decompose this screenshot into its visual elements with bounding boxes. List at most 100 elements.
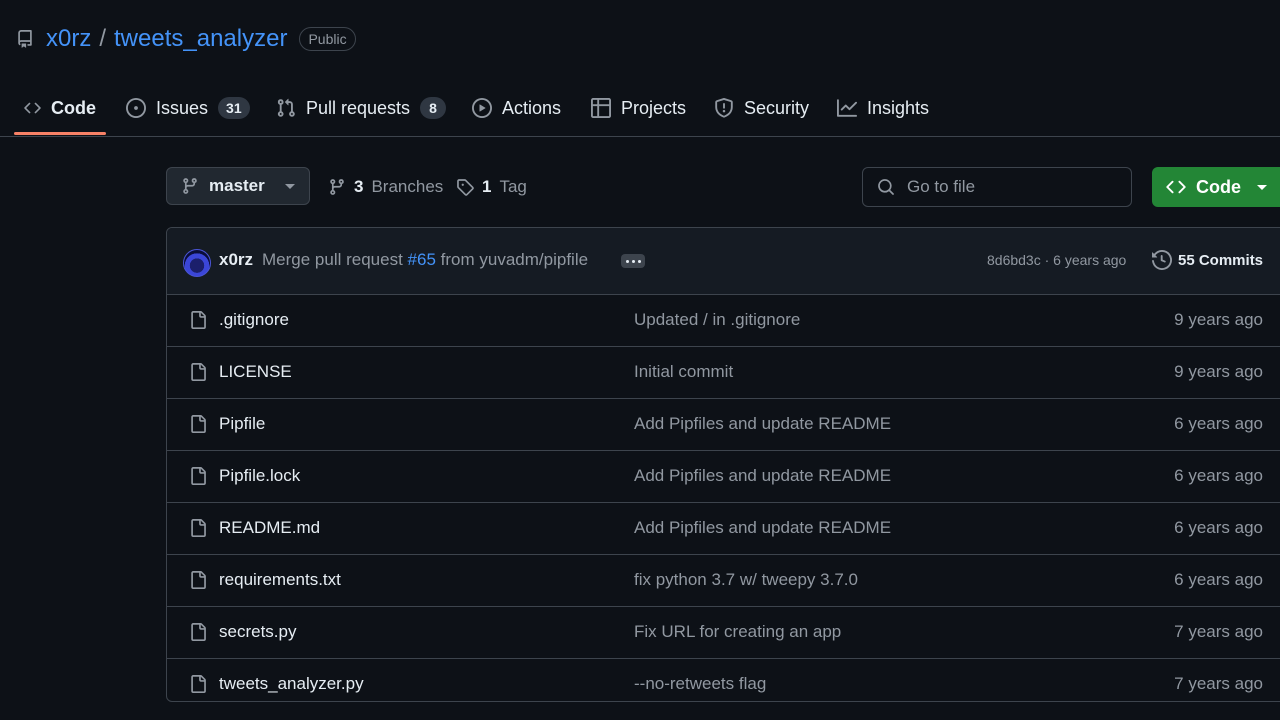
- search-icon: [878, 179, 894, 195]
- issues-count-badge: 31: [218, 97, 250, 119]
- chevron-down-icon: [285, 183, 295, 189]
- file-commit-age: 6 years ago: [1174, 466, 1263, 485]
- file-commit-age: 6 years ago: [1174, 570, 1263, 589]
- file-row[interactable]: requirements.txt fix python 3.7 w/ tweep…: [167, 555, 1280, 607]
- file-commit-age: 6 years ago: [1174, 414, 1263, 433]
- file-row[interactable]: LICENSE Initial commit 9 years ago: [167, 347, 1280, 399]
- tag-icon: [457, 179, 474, 196]
- file-commit-message[interactable]: fix python 3.7 w/ tweepy 3.7.0: [634, 570, 858, 590]
- code-button-label: Code: [1196, 176, 1241, 197]
- tab-label: Issues: [156, 97, 209, 118]
- file-row[interactable]: Pipfile.lock Add Pipfiles and update REA…: [167, 451, 1280, 503]
- commit-hash-age[interactable]: 8d6bd3c · 6 years ago: [987, 252, 1126, 268]
- tab-label: Security: [744, 97, 810, 118]
- commits-history-link[interactable]: 55 Commits: [1152, 250, 1263, 270]
- pull-requests-count-badge: 8: [420, 97, 447, 119]
- commit-message[interactable]: Merge pull request #65 from yuvadm/pipfi…: [262, 250, 588, 270]
- pull-request-icon: [277, 98, 295, 117]
- file-icon: [191, 467, 206, 485]
- repo-owner-link[interactable]: x0rz: [46, 25, 91, 53]
- file-name-link[interactable]: README.md: [219, 518, 320, 538]
- tab-label: Pull requests: [306, 97, 411, 118]
- tab-label: Insights: [867, 97, 930, 118]
- issue-icon: [126, 98, 146, 118]
- file-commit-age: 9 years ago: [1174, 362, 1263, 381]
- repo-nav-tabs: Code Issues 31 Pull requests 8 Actions P…: [0, 84, 1280, 137]
- file-icon: [191, 415, 206, 433]
- tab-label: Code: [51, 97, 96, 118]
- repo-icon: [18, 30, 32, 48]
- tab-label: Projects: [621, 97, 687, 118]
- code-icon: [1166, 180, 1186, 194]
- tab-insights[interactable]: Insights: [827, 84, 939, 132]
- file-icon: [191, 623, 206, 641]
- avatar[interactable]: [183, 249, 211, 277]
- chevron-down-icon: [1257, 184, 1267, 190]
- repo-title: x0rz / tweets_analyzer Public: [16, 22, 356, 56]
- file-commit-age: 9 years ago: [1174, 310, 1263, 329]
- file-icon: [191, 363, 206, 381]
- pull-request-link[interactable]: #65: [408, 250, 436, 269]
- branch-selector-button[interactable]: master: [166, 167, 310, 205]
- file-commit-message[interactable]: --no-retweets flag: [634, 674, 766, 694]
- file-row[interactable]: README.md Add Pipfiles and update README…: [167, 503, 1280, 555]
- tags-link[interactable]: 1 Tag: [456, 167, 527, 207]
- file-row[interactable]: tweets_analyzer.py --no-retweets flag 7 …: [167, 659, 1280, 701]
- file-row[interactable]: secrets.py Fix URL for creating an app 7…: [167, 607, 1280, 659]
- commit-author-link[interactable]: x0rz: [219, 250, 253, 270]
- code-icon: [24, 102, 41, 114]
- file-listing: x0rz Merge pull request #65 from yuvadm/…: [166, 227, 1280, 702]
- file-name-link[interactable]: requirements.txt: [219, 570, 341, 590]
- file-icon: [191, 675, 206, 693]
- file-commit-message[interactable]: Updated / in .gitignore: [634, 310, 800, 330]
- file-commit-message[interactable]: Add Pipfiles and update README: [634, 518, 891, 538]
- file-commit-message[interactable]: Fix URL for creating an app: [634, 622, 841, 642]
- file-row[interactable]: .gitignore Updated / in .gitignore 9 yea…: [167, 295, 1280, 347]
- visibility-badge: Public: [299, 27, 356, 51]
- file-commit-age: 7 years ago: [1174, 674, 1263, 693]
- file-commit-message[interactable]: Add Pipfiles and update README: [634, 414, 891, 434]
- file-name-link[interactable]: Pipfile: [219, 414, 265, 434]
- tab-projects[interactable]: Projects: [581, 84, 696, 132]
- table-icon: [591, 98, 611, 118]
- repo-name-link[interactable]: tweets_analyzer: [114, 25, 287, 53]
- tags-count: 1: [482, 177, 492, 196]
- branch-name: master: [209, 176, 265, 195]
- file-name-link[interactable]: tweets_analyzer.py: [219, 674, 364, 694]
- file-commit-age: 6 years ago: [1174, 518, 1263, 537]
- tab-security[interactable]: Security: [704, 84, 819, 132]
- file-commit-message[interactable]: Add Pipfiles and update README: [634, 466, 891, 486]
- branch-icon: [183, 178, 197, 194]
- go-to-file-input[interactable]: [905, 176, 1109, 198]
- file-icon: [191, 519, 206, 537]
- latest-commit-bar: x0rz Merge pull request #65 from yuvadm/…: [167, 228, 1280, 295]
- file-icon: [191, 571, 206, 589]
- file-icon: [191, 311, 206, 329]
- repo-separator: /: [99, 25, 107, 52]
- file-name-link[interactable]: .gitignore: [219, 310, 289, 330]
- tab-code[interactable]: Code: [14, 84, 106, 135]
- history-icon: [1152, 250, 1172, 270]
- play-icon: [472, 98, 492, 118]
- branches-link[interactable]: 3 Branches: [328, 167, 443, 207]
- file-row[interactable]: Pipfile Add Pipfiles and update README 6…: [167, 399, 1280, 451]
- expand-commit-message-button[interactable]: [621, 254, 645, 268]
- tab-actions[interactable]: Actions: [462, 84, 571, 132]
- file-commit-age: 7 years ago: [1174, 622, 1263, 641]
- tab-pull-requests[interactable]: Pull requests 8: [266, 84, 456, 132]
- commits-count: 55 Commits: [1178, 251, 1264, 269]
- tags-label: Tag: [499, 177, 527, 196]
- file-name-link[interactable]: secrets.py: [219, 622, 296, 642]
- commit-message-prefix: Merge pull request: [262, 250, 403, 269]
- tab-label: Actions: [502, 97, 562, 118]
- branches-count: 3: [354, 177, 364, 196]
- branch-icon: [330, 179, 344, 195]
- tab-issues[interactable]: Issues 31: [116, 84, 260, 132]
- file-commit-message[interactable]: Initial commit: [634, 362, 733, 382]
- graph-icon: [837, 99, 857, 117]
- file-name-link[interactable]: Pipfile.lock: [219, 466, 300, 486]
- file-name-link[interactable]: LICENSE: [219, 362, 292, 382]
- shield-icon: [715, 98, 733, 118]
- go-to-file-search[interactable]: [862, 167, 1132, 207]
- code-dropdown-button[interactable]: Code: [1152, 167, 1280, 207]
